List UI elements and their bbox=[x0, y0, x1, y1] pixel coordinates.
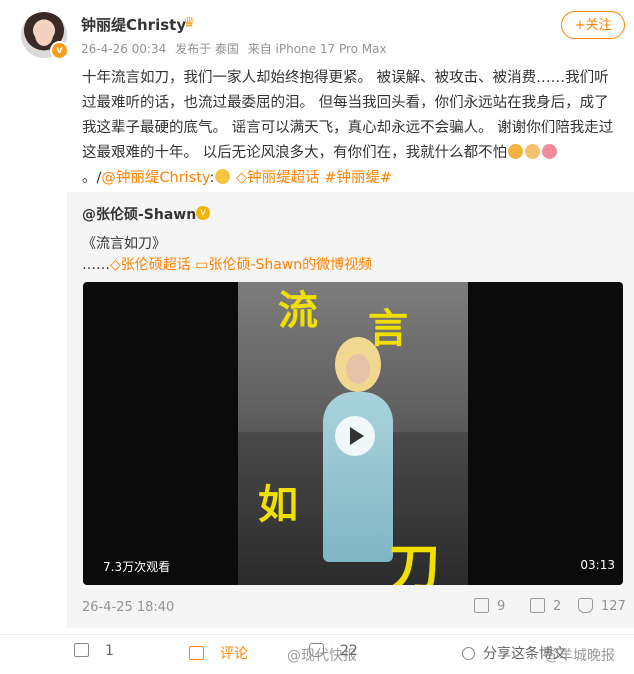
video-figure-face bbox=[346, 354, 370, 384]
smile-emoji-icon bbox=[508, 144, 524, 159]
post-timestamp[interactable]: 26-4-26 00:34 bbox=[81, 42, 166, 56]
repost-links: ……◇张伦硕超话 ▭张伦硕-Shawn的微博视频 bbox=[82, 254, 372, 274]
repost-title: 《流言如刀》 bbox=[82, 236, 166, 252]
share-icon bbox=[74, 643, 89, 657]
divider bbox=[0, 634, 634, 635]
share-nodes-icon bbox=[462, 647, 475, 660]
caption-char-2: 言 bbox=[368, 305, 408, 352]
repost-comment-count: 2 bbox=[553, 599, 562, 614]
play-icon[interactable] bbox=[335, 416, 375, 456]
repost-forward-button[interactable]: 9 bbox=[474, 598, 505, 614]
comment-button[interactable]: 评论 bbox=[189, 643, 248, 663]
post-text: 十年流言如刀，我们一家人却始终抱得更紧。 被误解、被攻击、被消费……我们听过最难… bbox=[82, 66, 622, 191]
comment-icon bbox=[189, 646, 204, 660]
diamond-icon: ◇ bbox=[231, 170, 248, 186]
surprised-emoji-icon bbox=[215, 169, 231, 184]
follow-button[interactable]: +关注 bbox=[561, 11, 625, 39]
watermark-2: @羊城晚报 bbox=[545, 648, 615, 664]
hug-emoji-icon bbox=[542, 144, 558, 159]
video-link-icon: ▭ bbox=[195, 257, 209, 273]
author-name[interactable]: 钟丽缇Christy bbox=[81, 14, 186, 35]
post-colon: : bbox=[209, 170, 215, 186]
forward-icon bbox=[474, 598, 489, 613]
post-text-end: 。/ bbox=[82, 170, 102, 186]
repost-topic-link[interactable]: 张伦硕超话 bbox=[121, 257, 191, 273]
repost-video-link[interactable]: 张伦硕-Shawn的微博视频 bbox=[208, 257, 372, 273]
muscle-emoji-icon bbox=[525, 144, 541, 159]
share-button[interactable]: 1 bbox=[74, 643, 114, 659]
thumbs-up-icon bbox=[578, 598, 593, 613]
verified-badge-icon: v bbox=[50, 41, 69, 60]
watermark-1: @现代快报 bbox=[287, 648, 357, 664]
video-duration: 03:13 bbox=[580, 558, 615, 572]
share-count: 1 bbox=[105, 643, 114, 659]
diamond-icon: ◇ bbox=[110, 257, 121, 273]
comment-label: 评论 bbox=[220, 646, 248, 662]
caption-char-1: 流 bbox=[278, 287, 318, 334]
avatar[interactable]: v bbox=[21, 12, 69, 60]
mention-link[interactable]: @钟丽缇Christy bbox=[101, 170, 209, 186]
video-views: 7.3万次观看 bbox=[103, 560, 171, 574]
repost-user[interactable]: @张伦硕-Shawn bbox=[82, 204, 196, 224]
repost-forward-count: 9 bbox=[497, 599, 506, 614]
topic-link-supertopic[interactable]: 钟丽缇超话 bbox=[247, 170, 320, 186]
video-player[interactable]: 流 言 如 刀 7.3万次观看 03:13 bbox=[83, 282, 623, 585]
repost-comment-button[interactable]: 2 bbox=[530, 598, 561, 614]
repost-like-count: 127 bbox=[601, 599, 626, 614]
post-meta: 26-4-26 00:34 发布于 泰国 来自 iPhone 17 Pro Ma… bbox=[81, 40, 392, 57]
avatar-face bbox=[35, 24, 53, 46]
topic-link-hashtag[interactable]: #钟丽缇# bbox=[324, 170, 392, 186]
vip-badge-icon: v bbox=[196, 206, 210, 220]
caption-char-3: 如 bbox=[258, 481, 298, 528]
post-device: 来自 iPhone 17 Pro Max bbox=[247, 42, 387, 56]
comment-icon bbox=[530, 598, 545, 613]
repost-date[interactable]: 26-4-25 18:40 bbox=[82, 600, 174, 615]
caption-char-4: 刀 bbox=[388, 538, 441, 585]
repost-prefix: …… bbox=[82, 257, 110, 273]
repost-like-button[interactable]: 127 bbox=[578, 598, 626, 614]
post-location: 发布于 泰国 bbox=[175, 42, 239, 56]
crown-icon: ♛ bbox=[183, 15, 196, 31]
